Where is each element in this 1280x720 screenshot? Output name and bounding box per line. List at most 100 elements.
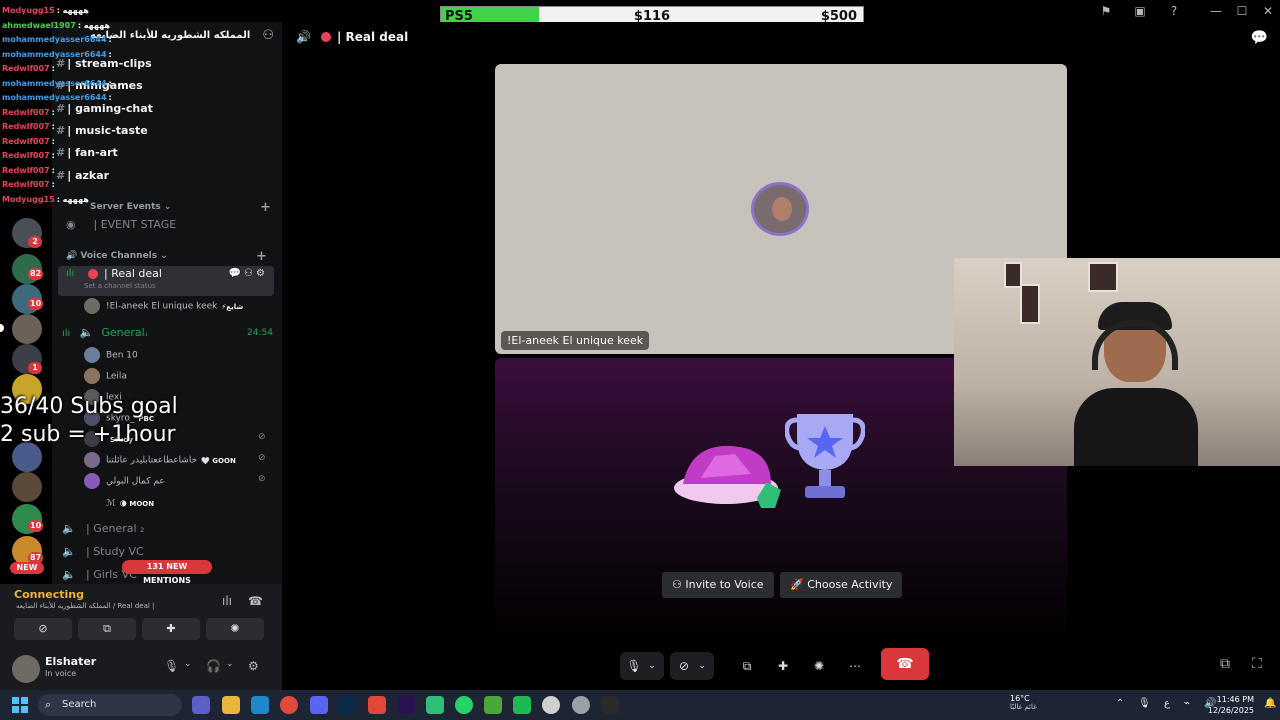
add-channel-icon[interactable]: + xyxy=(256,249,267,264)
trophy-illustration xyxy=(785,414,865,498)
share-screen-button[interactable]: ⧉ xyxy=(78,618,136,640)
app-icon[interactable] xyxy=(513,696,531,714)
notification-icon[interactable]: 🔔 xyxy=(1264,698,1276,709)
invite-people-icon[interactable]: ⚇ xyxy=(262,28,274,43)
app-icon[interactable] xyxy=(572,696,590,714)
voice-member[interactable]: خاشاعطاععتابليدر عائلتنا 🤍 GOON ⊘ xyxy=(84,452,266,468)
chevron-down-icon[interactable]: ⌄ xyxy=(184,659,192,669)
server-header[interactable]: المملكه الشطوريه للأبناء الضايعه ⌄ ⚇ xyxy=(60,28,274,48)
voice-member[interactable]: Ben 10 xyxy=(84,347,138,363)
close-button[interactable]: ✕ xyxy=(1254,2,1280,20)
discord-icon[interactable] xyxy=(310,696,328,714)
channel-action-icons[interactable]: 💬⚇⚙ xyxy=(229,268,268,279)
camera-off-button[interactable]: ⊘ xyxy=(14,618,72,640)
microphone-icon[interactable]: 🎙 xyxy=(164,659,179,673)
voice-member[interactable]: Leila xyxy=(84,368,127,384)
channel-gaming-chat[interactable]: # | gaming-chat xyxy=(56,102,153,122)
new-mentions-badge[interactable]: 131 NEW MENTIONS xyxy=(122,560,212,585)
fullscreen-icon[interactable]: ⛶ xyxy=(1252,656,1262,672)
inbox-icon[interactable]: ▣ xyxy=(1132,3,1148,19)
activities-button[interactable]: ✚ xyxy=(142,618,200,640)
chevron-down-icon[interactable]: ⌄ xyxy=(646,654,658,678)
edge-icon[interactable] xyxy=(251,696,269,714)
speaker-icon: 🔈 xyxy=(62,522,76,535)
more-options-icon[interactable]: ⋯ xyxy=(844,654,866,678)
channel-status[interactable]: Set a channel status xyxy=(84,282,156,290)
network-icon[interactable]: ⌁ xyxy=(1184,698,1190,709)
disconnect-button[interactable]: ☎ xyxy=(881,648,929,680)
voice-channel-general[interactable]: ılı 🔈 General₁ 24:54 xyxy=(62,326,273,344)
channel-minigames[interactable]: # | minigames xyxy=(56,79,143,99)
premiere-icon[interactable] xyxy=(397,696,415,714)
obs-icon[interactable] xyxy=(542,696,560,714)
server-icon[interactable] xyxy=(12,314,42,344)
category-label: Server Events xyxy=(90,202,161,212)
add-channel-icon[interactable]: + xyxy=(260,200,271,215)
voice-member[interactable]: ℳ 🌘 MOON xyxy=(84,495,154,511)
camera-off-icon[interactable]: ⊘ xyxy=(676,654,692,678)
voice-connection-panel: Connecting المملكه الشطوريه للأبناء الضا… xyxy=(0,584,282,648)
share-screen-icon[interactable]: ⧉ xyxy=(736,654,758,678)
microphone-icon[interactable]: 🎙 xyxy=(626,654,642,678)
channel-azkar[interactable]: # | azkar xyxy=(56,169,109,189)
chevron-down-icon[interactable]: ⌄ xyxy=(696,654,708,678)
chrome-icon[interactable] xyxy=(280,696,298,714)
gear-icon[interactable]: ⚙ xyxy=(248,659,259,673)
voice-channel-general-2[interactable]: 🔈 | General ₂ xyxy=(62,522,144,540)
maximize-button[interactable]: ☐ xyxy=(1228,2,1256,20)
language-indicator[interactable]: ع xyxy=(1164,698,1170,709)
hash-icon: # xyxy=(56,57,66,70)
app-icon[interactable] xyxy=(426,696,444,714)
taskbar-clock[interactable]: 11:46 PM 12/26/2025 xyxy=(1208,694,1254,716)
headphones-icon[interactable]: 🎧 xyxy=(206,659,221,673)
server-badge: 10 xyxy=(28,520,44,532)
choose-activity-button[interactable]: 🚀 Choose Activity xyxy=(780,572,903,598)
brave-icon[interactable] xyxy=(368,696,386,714)
minecraft-icon[interactable] xyxy=(484,696,502,714)
channel-stream-clips[interactable]: # | stream-clips xyxy=(56,57,152,77)
avatar[interactable] xyxy=(12,655,40,683)
subs-goal-line: 36/40 Subs goal xyxy=(0,394,178,419)
user-status: In voice xyxy=(45,669,77,678)
voice-channel-real-deal[interactable]: ılı | Real deal Set a channel status 💬⚇⚙ xyxy=(58,266,274,296)
member-tag: 🌘 MOON xyxy=(119,499,155,508)
voice-member[interactable]: !El-aneek El unique keek ⚡شايع xyxy=(84,298,243,314)
soundboard-button[interactable]: ✺ xyxy=(206,618,264,640)
whatsapp-icon[interactable] xyxy=(455,696,473,714)
gem-shell-illustration xyxy=(674,445,781,508)
chevron-up-icon[interactable]: ⌃ xyxy=(1116,698,1124,709)
channel-music-taste[interactable]: # | music-taste xyxy=(56,124,148,144)
server-icon[interactable] xyxy=(12,472,42,502)
noise-suppression-icon[interactable]: ılı xyxy=(222,594,232,608)
photoshop-icon[interactable] xyxy=(338,696,356,714)
epic-games-icon[interactable] xyxy=(601,696,619,714)
activities-icon[interactable]: ✚ xyxy=(772,654,794,678)
weather-widget[interactable]: 16°C غائم غالبًا xyxy=(1010,694,1037,711)
microphone-icon[interactable]: 🎙 xyxy=(1138,698,1151,709)
disconnect-icon[interactable]: ☎ xyxy=(248,594,263,608)
category-voice-channels[interactable]: 🔊 Voice Channels ⌄ + xyxy=(66,249,267,264)
connection-status[interactable]: Connecting xyxy=(14,588,84,601)
streamer-figure xyxy=(1074,302,1198,466)
chat-bubble-icon[interactable]: 💬 xyxy=(1251,30,1268,46)
flag-icon[interactable]: ⚑ xyxy=(1098,3,1114,19)
windows-start-icon[interactable] xyxy=(12,697,28,713)
channel-timer: 24:54 xyxy=(247,328,273,338)
category-label: Voice Channels xyxy=(80,251,158,261)
invite-to-voice-button[interactable]: ⚇ Invite to Voice xyxy=(662,572,774,598)
channel-fan-art[interactable]: # | fan-art xyxy=(56,146,118,166)
minimize-button[interactable]: — xyxy=(1202,2,1230,20)
pop-out-icon[interactable]: ⧉ xyxy=(1220,656,1230,672)
channel-event-stage[interactable]: ◉ | EVENT STAGE xyxy=(66,218,176,236)
teams-icon[interactable] xyxy=(192,696,210,714)
search-icon: ⌕ xyxy=(45,698,52,711)
help-icon[interactable]: ? xyxy=(1166,3,1182,19)
voice-member[interactable]: عم كمال البولي ⊘ xyxy=(84,473,266,489)
chevron-down-icon[interactable]: ⌄ xyxy=(226,659,234,669)
clock-date: 12/26/2025 xyxy=(1207,706,1254,715)
taskbar-search[interactable]: ⌕ Search xyxy=(38,694,182,716)
file-explorer-icon[interactable] xyxy=(222,696,240,714)
soundboard-icon[interactable]: ✺ xyxy=(808,654,830,678)
category-server-events[interactable]: Server Events ⌄ + xyxy=(90,200,271,215)
server-pill xyxy=(0,324,4,332)
